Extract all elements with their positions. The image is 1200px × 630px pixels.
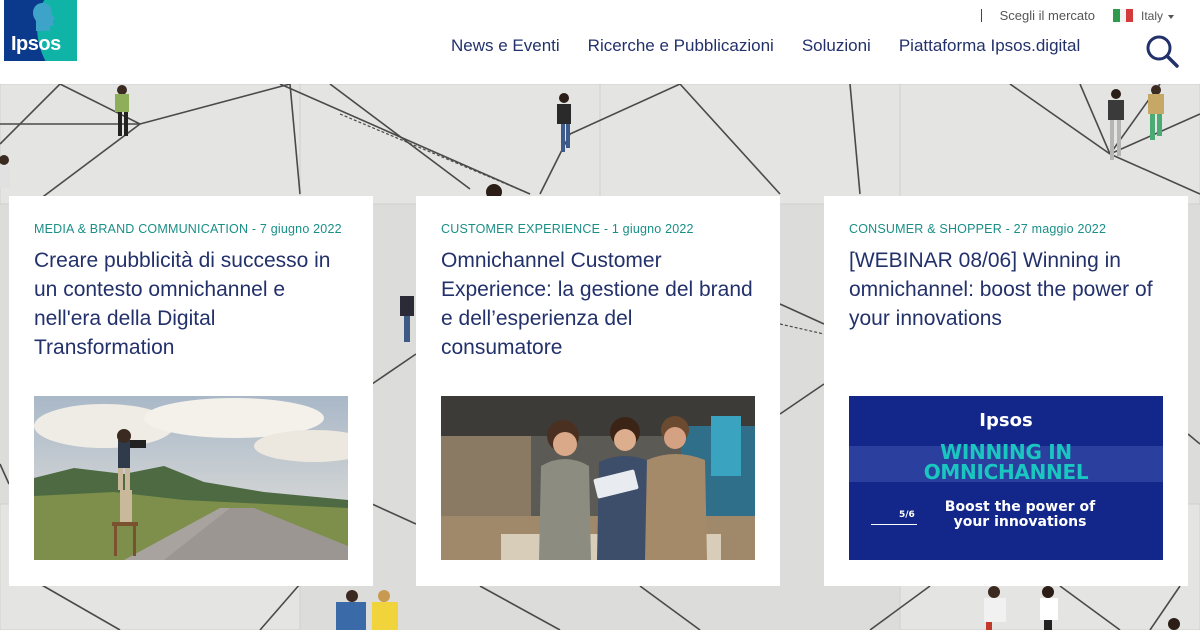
nav-item-research[interactable]: Ricerche e Pubblicazioni	[588, 36, 774, 56]
shoppers-store-image	[441, 396, 755, 560]
article-category-date: CONSUMER & SHOPPER - 27 maggio 2022	[849, 222, 1107, 236]
article-title[interactable]: Creare pubblicità di successo in un cont…	[34, 246, 348, 362]
utility-divider	[980, 9, 982, 22]
article-card-2[interactable]: CUSTOMER EXPERIENCE - 1 giugno 2022 Omni…	[416, 196, 780, 586]
webinar-logo: Ipsos	[979, 410, 1033, 431]
nav-item-platform[interactable]: Piattaforma Ipsos.digital	[899, 36, 1080, 56]
article-thumbnail[interactable]	[441, 396, 755, 560]
utility-bar: Scegli il mercato Italy	[980, 8, 1174, 23]
webinar-subline: Boost the power of your innovations	[849, 500, 1163, 530]
nav-item-news[interactable]: News e Eventi	[451, 36, 560, 56]
webinar-subline-1: Boost the power of	[944, 499, 1096, 515]
main-nav: News e Eventi Ricerche e Pubblicazioni S…	[451, 36, 1108, 56]
language-selector[interactable]: Italy	[1141, 8, 1174, 23]
article-thumbnail[interactable]	[34, 396, 348, 560]
megaphone-child-road-image	[34, 396, 348, 560]
search-icon[interactable]	[1145, 34, 1179, 68]
article-category-date: CUSTOMER EXPERIENCE - 1 giugno 2022	[441, 222, 694, 236]
caret-down-icon	[1168, 14, 1174, 19]
article-card-1[interactable]: MEDIA & BRAND COMMUNICATION - 7 giugno 2…	[9, 196, 373, 586]
article-category-date: MEDIA & BRAND COMMUNICATION - 7 giugno 2…	[34, 222, 342, 236]
article-thumbnail[interactable]: Ipsos WINNING IN OMNICHANNEL 5/6 Boost t…	[849, 396, 1163, 560]
webinar-subline-2: your innovations	[953, 514, 1087, 530]
site-header: Ipsos Scegli il mercato Italy News e Eve…	[0, 0, 1200, 84]
ipsos-logo[interactable]: Ipsos	[4, 0, 77, 61]
webinar-headline: WINNING IN OMNICHANNEL	[849, 442, 1163, 482]
webinar-headline-line-2: OMNICHANNEL	[923, 460, 1089, 484]
article-card-3[interactable]: CONSUMER & SHOPPER - 27 maggio 2022 [WEB…	[824, 196, 1188, 586]
webinar-banner-image: Ipsos WINNING IN OMNICHANNEL 5/6 Boost t…	[849, 396, 1163, 560]
webinar-headline-line-1: WINNING IN	[940, 440, 1072, 464]
article-title[interactable]: [WEBINAR 08/06] Winning in omnichannel: …	[849, 246, 1163, 333]
nav-item-solutions[interactable]: Soluzioni	[802, 36, 871, 56]
logo-text: Ipsos	[11, 33, 61, 55]
italy-flag-icon	[1112, 9, 1133, 22]
language-label: Italy	[1140, 9, 1163, 23]
logo-head-icon	[33, 3, 55, 31]
article-title[interactable]: Omnichannel Customer Experience: la gest…	[441, 246, 755, 362]
choose-market-link[interactable]: Scegli il mercato	[1000, 8, 1095, 23]
